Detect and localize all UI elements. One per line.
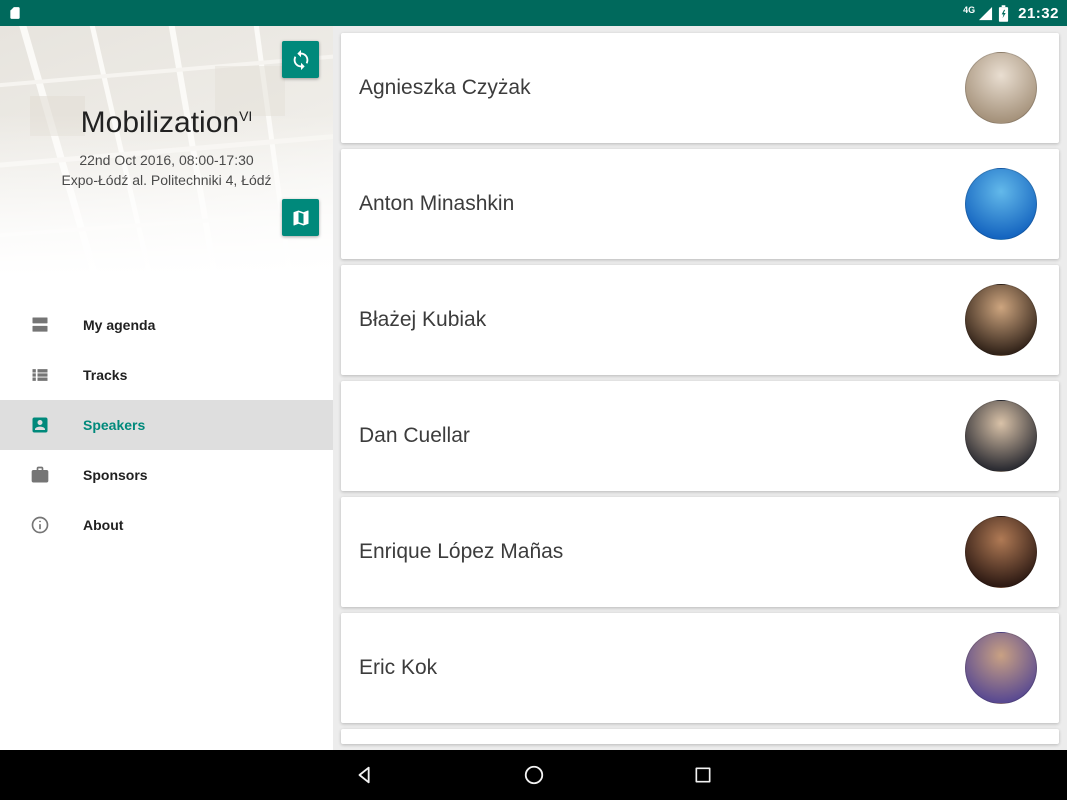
speaker-card[interactable]: Dan Cuellar (341, 381, 1059, 491)
sidebar-item-label: About (83, 517, 123, 533)
home-button[interactable] (511, 752, 557, 798)
sidebar-item-label: Sponsors (83, 467, 148, 483)
speaker-avatar (965, 284, 1037, 356)
recents-button[interactable] (680, 752, 726, 798)
speaker-card-partial[interactable] (341, 729, 1059, 744)
app-title: MobilizationVI (0, 106, 333, 140)
speaker-name: Eric Kok (359, 656, 965, 680)
map-icon (291, 208, 311, 228)
speaker-avatar (965, 516, 1037, 588)
event-date: 22nd Oct 2016, 08:00-17:30 (0, 152, 333, 168)
speaker-name: Agnieszka Czyżak (359, 76, 965, 100)
sponsors-icon (30, 465, 50, 485)
sidebar-item-label: My agenda (83, 317, 155, 333)
sidebar-item-speakers[interactable]: Speakers (0, 400, 333, 450)
back-icon (354, 764, 376, 786)
speaker-card[interactable]: Anton Minashkin (341, 149, 1059, 259)
sync-button[interactable] (282, 41, 319, 78)
signal-icon (978, 6, 993, 21)
sync-icon (290, 49, 312, 71)
sidebar-item-about[interactable]: About (0, 500, 333, 550)
event-venue: Expo-Łódź al. Politechniki 4, Łódź (0, 172, 333, 188)
drawer-menu: My agenda Tracks Speakers Sponsors (0, 300, 333, 550)
about-icon (30, 515, 50, 535)
speaker-avatar (965, 632, 1037, 704)
speaker-list[interactable]: Agnieszka Czyżak Anton Minashkin Błażej … (333, 26, 1067, 750)
back-button[interactable] (342, 752, 388, 798)
clock: 21:32 (1018, 5, 1059, 22)
recents-icon (693, 765, 713, 785)
home-icon (523, 764, 545, 786)
sidebar-item-label: Tracks (83, 367, 127, 383)
drawer-header: MobilizationVI 22nd Oct 2016, 08:00-17:3… (0, 26, 333, 276)
map-button[interactable] (282, 199, 319, 236)
battery-icon (998, 5, 1009, 22)
nav-drawer: MobilizationVI 22nd Oct 2016, 08:00-17:3… (0, 26, 333, 750)
speaker-name: Anton Minashkin (359, 192, 965, 216)
sidebar-item-sponsors[interactable]: Sponsors (0, 450, 333, 500)
speaker-avatar (965, 400, 1037, 472)
speaker-card[interactable]: Agnieszka Czyżak (341, 33, 1059, 143)
speakers-icon (30, 415, 50, 435)
sdcard-icon (8, 5, 22, 21)
speaker-name: Enrique López Mañas (359, 540, 965, 564)
speaker-avatar (965, 168, 1037, 240)
navigation-bar (0, 750, 1067, 800)
speaker-name: Dan Cuellar (359, 424, 965, 448)
app-title-superscript: VI (239, 108, 252, 124)
sidebar-item-my-agenda[interactable]: My agenda (0, 300, 333, 350)
status-bar: 4G 21:32 (0, 0, 1067, 26)
sidebar-item-tracks[interactable]: Tracks (0, 350, 333, 400)
speaker-avatar (965, 52, 1037, 124)
sidebar-item-label: Speakers (83, 417, 145, 433)
network-type-label: 4G (963, 5, 975, 15)
agenda-icon (30, 315, 50, 335)
speaker-card[interactable]: Błażej Kubiak (341, 265, 1059, 375)
tracks-icon (30, 365, 50, 385)
speaker-name: Błażej Kubiak (359, 308, 965, 332)
speaker-card[interactable]: Eric Kok (341, 613, 1059, 723)
speaker-card[interactable]: Enrique López Mañas (341, 497, 1059, 607)
